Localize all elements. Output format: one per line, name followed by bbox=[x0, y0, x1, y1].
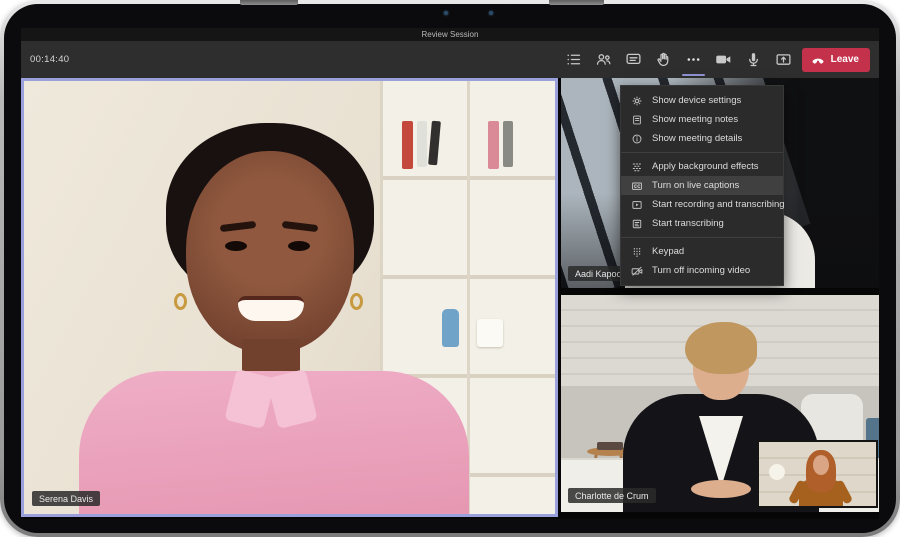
live-captions-icon bbox=[631, 180, 643, 192]
transcribe-icon bbox=[631, 218, 643, 230]
pip-face bbox=[813, 455, 829, 475]
pip-lamp bbox=[769, 464, 785, 480]
front-camera-dot bbox=[444, 11, 448, 15]
window-titlebar: Review Session bbox=[21, 28, 879, 41]
menu-item-label: Turn on live captions bbox=[652, 180, 739, 191]
toolbar-icon-group bbox=[565, 51, 792, 68]
menu-item-label: Start transcribing bbox=[652, 218, 724, 229]
agenda-list-icon[interactable] bbox=[565, 51, 582, 68]
device-power-button bbox=[240, 0, 298, 5]
settings-gear-icon bbox=[631, 95, 643, 107]
share-screen-icon[interactable] bbox=[775, 51, 792, 68]
name-label-charlotte: Charlotte de Crum bbox=[568, 488, 656, 503]
camera-off-icon bbox=[631, 265, 643, 277]
menu-item-turn-off-incoming-video[interactable]: Turn off incoming video bbox=[621, 261, 783, 280]
menu-item-start-transcribing[interactable]: Start transcribing bbox=[621, 214, 783, 233]
serena-earring-right bbox=[350, 293, 363, 310]
menu-item-label: Start recording and transcribing bbox=[652, 199, 785, 210]
chat-icon[interactable] bbox=[625, 51, 642, 68]
menu-item-turn-on-live-captions[interactable]: Turn on live captions bbox=[621, 176, 783, 195]
microphone-icon[interactable] bbox=[745, 51, 762, 68]
ambient-sensor-dot bbox=[489, 11, 493, 15]
meeting-timer: 00:14:40 bbox=[30, 54, 69, 65]
book-red bbox=[402, 121, 413, 169]
serena-earring-left bbox=[174, 293, 187, 310]
record-icon bbox=[631, 199, 643, 211]
keypad-icon bbox=[631, 246, 643, 258]
meeting-screen: Review Session 00:14:40 bbox=[21, 28, 879, 519]
book-white bbox=[417, 121, 427, 167]
menu-item-show-meeting-details[interactable]: Show meeting details bbox=[621, 129, 783, 148]
more-options-menu: Show device settings Show meeting notes … bbox=[620, 85, 784, 286]
stool-book bbox=[597, 442, 623, 450]
name-label-serena: Serena Davis bbox=[32, 491, 100, 506]
menu-item-label: Show meeting notes bbox=[652, 114, 738, 125]
self-view-pip[interactable] bbox=[757, 440, 878, 508]
serena-eye-left bbox=[225, 241, 247, 251]
serena-eye-right bbox=[288, 241, 310, 251]
menu-item-show-meeting-notes[interactable]: Show meeting notes bbox=[621, 110, 783, 129]
book-pink bbox=[488, 121, 499, 169]
menu-item-label: Keypad bbox=[652, 246, 684, 257]
blue-bottle bbox=[442, 309, 459, 347]
white-pot bbox=[477, 319, 503, 347]
menu-item-keypad[interactable]: Keypad bbox=[621, 242, 783, 261]
serena-face bbox=[186, 151, 354, 353]
book-gray bbox=[503, 121, 513, 167]
leave-button-label: Leave bbox=[831, 54, 859, 65]
menu-item-label: Show device settings bbox=[652, 95, 741, 106]
charlotte-hair bbox=[685, 322, 757, 374]
hang-up-icon bbox=[811, 53, 825, 67]
serena-smile bbox=[238, 296, 304, 321]
participants-icon[interactable] bbox=[595, 51, 612, 68]
info-icon bbox=[631, 133, 643, 145]
menu-item-apply-background-effects[interactable]: Apply background effects bbox=[621, 157, 783, 176]
background-effects-icon bbox=[631, 161, 643, 173]
meeting-title: Review Session bbox=[422, 30, 479, 39]
camera-icon[interactable] bbox=[715, 51, 732, 68]
menu-item-start-recording-and-transcribing[interactable]: Start recording and transcribing bbox=[621, 195, 783, 214]
video-tile-charlotte-de-crum[interactable]: Charlotte de Crum bbox=[561, 295, 879, 512]
menu-item-label: Apply background effects bbox=[652, 161, 759, 172]
menu-divider bbox=[621, 152, 783, 153]
video-tile-serena-davis[interactable]: Serena Davis bbox=[21, 78, 558, 517]
leave-button[interactable]: Leave bbox=[802, 48, 870, 72]
meeting-notes-icon bbox=[631, 114, 643, 126]
more-options-icon[interactable] bbox=[685, 51, 702, 68]
charlotte-hands bbox=[691, 480, 751, 498]
menu-item-label: Turn off incoming video bbox=[652, 265, 750, 276]
raise-hand-icon[interactable] bbox=[655, 51, 672, 68]
meeting-toolbar: 00:14:40 bbox=[21, 41, 879, 78]
device-volume-button bbox=[549, 0, 604, 5]
menu-item-show-device-settings[interactable]: Show device settings bbox=[621, 91, 783, 110]
menu-divider bbox=[621, 237, 783, 238]
menu-item-label: Show meeting details bbox=[652, 133, 742, 144]
tablet-device-frame: Review Session 00:14:40 bbox=[0, 0, 900, 537]
